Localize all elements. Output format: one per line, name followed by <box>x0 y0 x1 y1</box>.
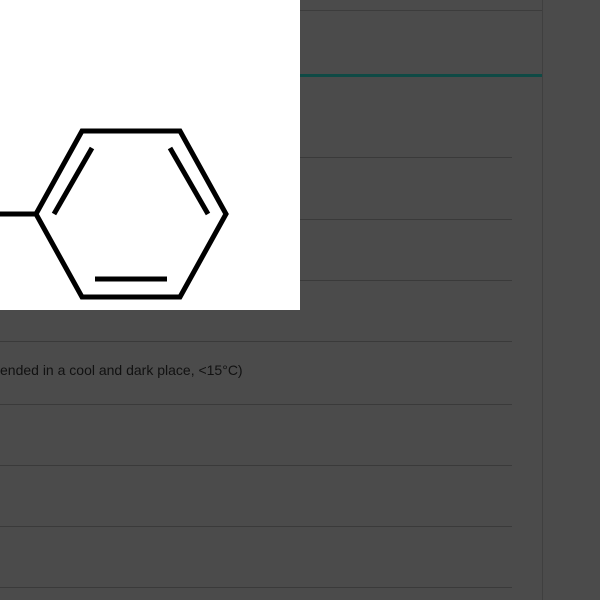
table-row-divider <box>0 465 512 466</box>
table-row-divider <box>0 587 512 588</box>
benzene-ring-structure-icon <box>0 128 229 300</box>
chemical-structure-image <box>0 0 300 310</box>
inner-double-bond-right <box>167 146 211 216</box>
storage-condition-text: ended in a cool and dark place, <15°C) <box>0 362 243 378</box>
table-row-divider <box>0 526 512 527</box>
page: ended in a cool and dark place, <15°C) <box>0 0 600 600</box>
right-scroll-area <box>543 0 600 600</box>
inner-double-bond-left <box>51 146 95 216</box>
table-row-divider <box>0 341 512 342</box>
benzene-ring <box>33 128 229 300</box>
table-row-divider <box>0 404 512 405</box>
